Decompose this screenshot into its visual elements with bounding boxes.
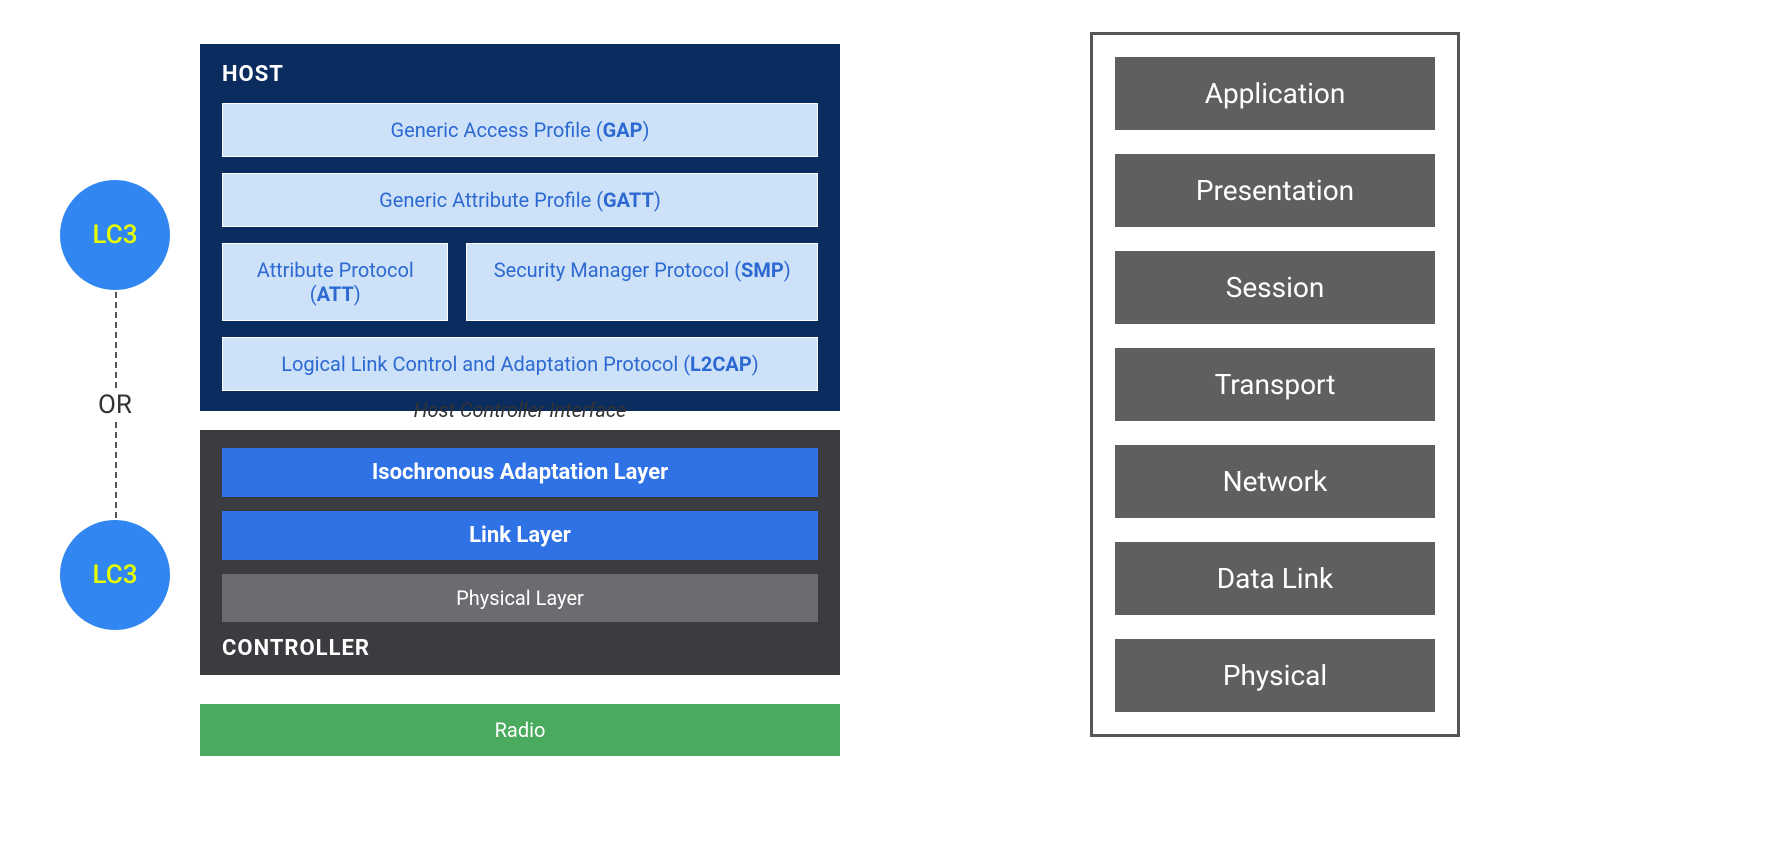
- osi-layer-network: Network: [1115, 445, 1435, 518]
- osi-layer-data-link: Data Link: [1115, 542, 1435, 615]
- gap-post: ): [643, 118, 650, 142]
- lc3-label-bottom: LC3: [93, 560, 138, 590]
- gatt-post: ): [654, 188, 661, 212]
- osi-frame: Application Presentation Session Transpo…: [1090, 32, 1460, 737]
- l2cap-pre: Logical Link Control and Adaptation Prot…: [281, 352, 690, 376]
- host-block: HOST Generic Access Profile (GAP) Generi…: [200, 44, 840, 411]
- l2cap-post: ): [752, 352, 759, 376]
- att-post: ): [354, 282, 361, 306]
- host-att-cell: Attribute Protocol (ATT): [222, 243, 448, 321]
- gatt-pre: Generic Attribute Profile (: [379, 188, 603, 212]
- host-l2cap-row: Logical Link Control and Adaptation Prot…: [222, 337, 818, 391]
- host-gap-row: Generic Access Profile (GAP): [222, 103, 818, 157]
- dashed-connector-top: [115, 292, 117, 388]
- lc3-label-top: LC3: [93, 220, 138, 250]
- osi-layer-physical: Physical: [1115, 639, 1435, 712]
- controller-title: CONTROLLER: [222, 636, 818, 661]
- host-smp-cell: Security Manager Protocol (SMP): [466, 243, 818, 321]
- controller-ial-row: Isochronous Adaptation Layer: [222, 448, 818, 497]
- osi-layer-application: Application: [1115, 57, 1435, 130]
- l2cap-bold: L2CAP: [690, 352, 752, 376]
- lc3-codec-top-circle: LC3: [60, 180, 170, 290]
- gatt-bold: GATT: [603, 188, 654, 212]
- diagram-root: LC3 OR LC3 HOST Generic Access Profile (…: [0, 0, 1768, 856]
- smp-bold: SMP: [741, 258, 784, 282]
- controller-link-row: Link Layer: [222, 511, 818, 560]
- gap-pre: Generic Access Profile (: [390, 118, 602, 142]
- osi-layer-session: Session: [1115, 251, 1435, 324]
- dashed-connector-bottom: [115, 422, 117, 518]
- osi-layer-presentation: Presentation: [1115, 154, 1435, 227]
- att-bold: ATT: [317, 282, 354, 306]
- smp-pre: Security Manager Protocol (: [494, 258, 741, 282]
- hci-label: Host Controller Interface: [200, 398, 840, 422]
- smp-post: ): [784, 258, 791, 282]
- host-gatt-row: Generic Attribute Profile (GATT): [222, 173, 818, 227]
- or-label: OR: [60, 390, 170, 420]
- host-title: HOST: [222, 62, 818, 87]
- gap-bold: GAP: [603, 118, 643, 142]
- controller-block: Isochronous Adaptation Layer Link Layer …: [200, 430, 840, 675]
- controller-phy-row: Physical Layer: [222, 574, 818, 622]
- radio-block: Radio: [200, 704, 840, 756]
- host-att-smp-row: Attribute Protocol (ATT) Security Manage…: [222, 243, 818, 321]
- lc3-codec-bottom-circle: LC3: [60, 520, 170, 630]
- osi-layer-transport: Transport: [1115, 348, 1435, 421]
